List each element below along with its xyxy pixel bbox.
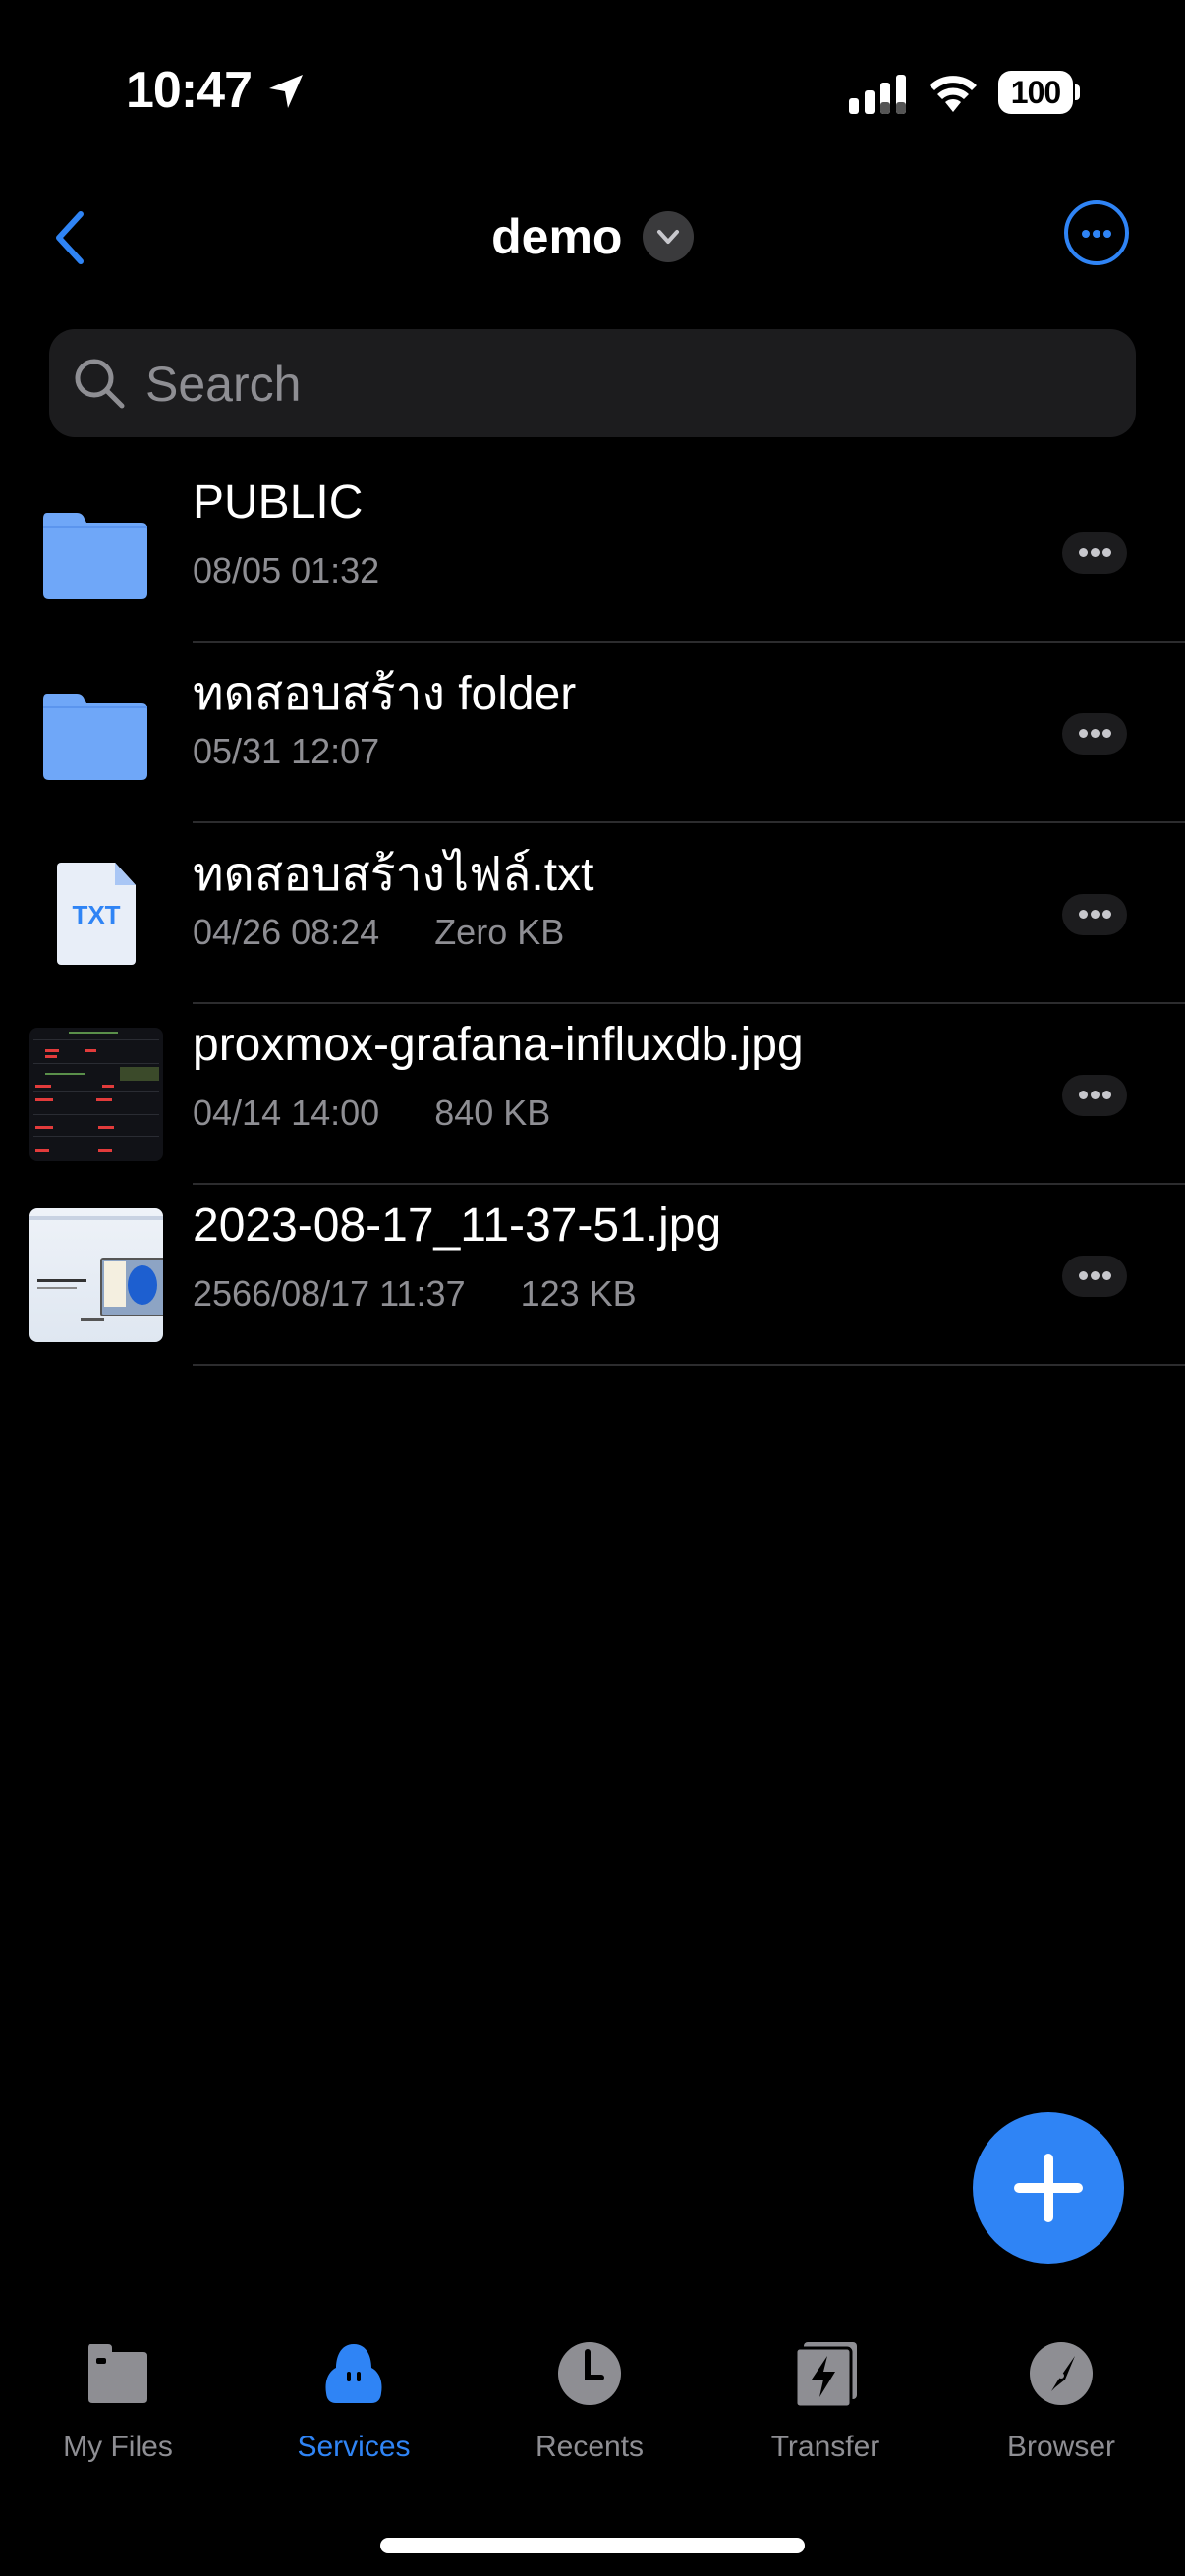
row-more-button[interactable] <box>1062 713 1127 755</box>
file-name: 2023-08-17_11-37-51.jpg <box>193 1200 722 1252</box>
title-dropdown-button[interactable] <box>642 211 694 262</box>
file-row-screenshot-image[interactable]: 2023-08-17_11-37-51.jpg 2566/08/17 11:37… <box>0 1185 1185 1366</box>
wifi-icon <box>930 76 977 112</box>
tab-browser[interactable]: Browser <box>963 2338 1159 2486</box>
file-meta: 04/26 08:24 Zero KB <box>193 912 564 953</box>
file-row-test-txt[interactable]: TXT ทดสอบสร้างไฟล์.txt 04/26 08:24 Zero K… <box>0 823 1185 1004</box>
status-time: 10:47 <box>126 62 253 119</box>
file-size: Zero KB <box>434 912 565 952</box>
cloud-icon <box>325 2344 382 2403</box>
status-bar: 10:47 100 <box>0 0 1185 187</box>
row-more-button[interactable] <box>1062 532 1127 574</box>
ellipsis-icon <box>1079 1091 1088 1099</box>
page-title[interactable]: demo <box>491 208 622 265</box>
file-thumb <box>29 485 163 619</box>
file-date: 04/14 14:00 <box>193 1092 380 1133</box>
file-thumb <box>29 1028 163 1161</box>
tab-label: Browser <box>1006 2431 1116 2463</box>
file-meta: 2566/08/17 11:37 123 KB <box>193 1273 637 1315</box>
transfer-icon <box>794 2342 857 2409</box>
search-bar <box>49 329 1136 439</box>
add-button[interactable] <box>973 2112 1124 2264</box>
row-more-button[interactable] <box>1062 1256 1127 1297</box>
cellular-signal-icon <box>849 75 906 114</box>
file-row-public[interactable]: PUBLIC 08/05 01:32 <box>0 462 1185 643</box>
compass-icon <box>1030 2342 1093 2405</box>
folder-icon <box>43 694 147 780</box>
file-size: 123 KB <box>520 1273 637 1314</box>
folder-icon <box>88 2344 147 2403</box>
tab-bar: My Files Services Recents Transfer Brows… <box>0 2338 1185 2495</box>
location-arrow-icon <box>269 75 303 108</box>
home-indicator[interactable] <box>380 2538 805 2553</box>
tab-my-files[interactable]: My Files <box>20 2338 216 2486</box>
divider <box>193 1364 1185 1366</box>
tab-label: Recents <box>535 2431 645 2463</box>
file-name: PUBLIC <box>193 476 364 529</box>
file-row-test-folder[interactable]: ทดสอบสร้าง folder 05/31 12:07 <box>0 643 1185 823</box>
navigation-bar: demo <box>0 187 1185 324</box>
ellipsis-icon <box>1079 1271 1088 1280</box>
file-meta: 05/31 12:07 <box>193 731 379 772</box>
ellipsis-icon <box>1079 729 1088 738</box>
folder-icon <box>43 513 147 599</box>
tab-label: Services <box>297 2431 411 2463</box>
row-more-button[interactable] <box>1062 1075 1127 1116</box>
more-options-button[interactable] <box>1064 200 1129 265</box>
image-thumbnail <box>29 1208 163 1342</box>
title-wrap: demo <box>0 208 1185 265</box>
file-date: 2566/08/17 11:37 <box>193 1273 466 1314</box>
file-name: proxmox-grafana-influxdb.jpg <box>193 1019 804 1071</box>
tab-label: Transfer <box>770 2431 880 2463</box>
tab-label: My Files <box>63 2431 173 2463</box>
tab-services[interactable]: Services <box>255 2338 452 2486</box>
battery-level: 100 <box>998 71 1073 114</box>
file-meta: 04/14 14:00 840 KB <box>193 1092 550 1134</box>
txt-badge: TXT <box>72 900 121 929</box>
ellipsis-icon <box>1079 910 1088 919</box>
file-date: 08/05 01:32 <box>193 550 380 590</box>
clock-icon <box>558 2342 621 2405</box>
file-thumb <box>29 1208 163 1342</box>
file-date: 04/26 08:24 <box>193 912 380 952</box>
file-thumb <box>29 666 163 800</box>
file-list: PUBLIC 08/05 01:32 ทดสอบสร้าง folder 05/… <box>0 462 1185 1366</box>
chevron-down-icon <box>656 230 679 244</box>
search-icon <box>75 359 125 409</box>
ellipsis-icon <box>1079 548 1088 557</box>
tab-recents[interactable]: Recents <box>491 2338 688 2486</box>
file-thumb: TXT <box>29 847 163 980</box>
battery-icon: 100 <box>998 71 1081 114</box>
file-date: 05/31 12:07 <box>193 731 380 771</box>
file-size: 840 KB <box>434 1092 551 1133</box>
tab-transfer[interactable]: Transfer <box>727 2338 924 2486</box>
image-thumbnail <box>29 1028 163 1161</box>
file-name: ทดสอบสร้าง folder <box>193 668 577 720</box>
file-meta: 08/05 01:32 <box>193 550 379 591</box>
file-row-proxmox-image[interactable]: proxmox-grafana-influxdb.jpg 04/14 14:00… <box>0 1004 1185 1185</box>
search-input[interactable] <box>143 329 1110 439</box>
ellipsis-icon <box>1082 230 1090 238</box>
file-name: ทดสอบสร้างไฟล์.txt <box>193 849 594 901</box>
row-more-button[interactable] <box>1062 894 1127 935</box>
